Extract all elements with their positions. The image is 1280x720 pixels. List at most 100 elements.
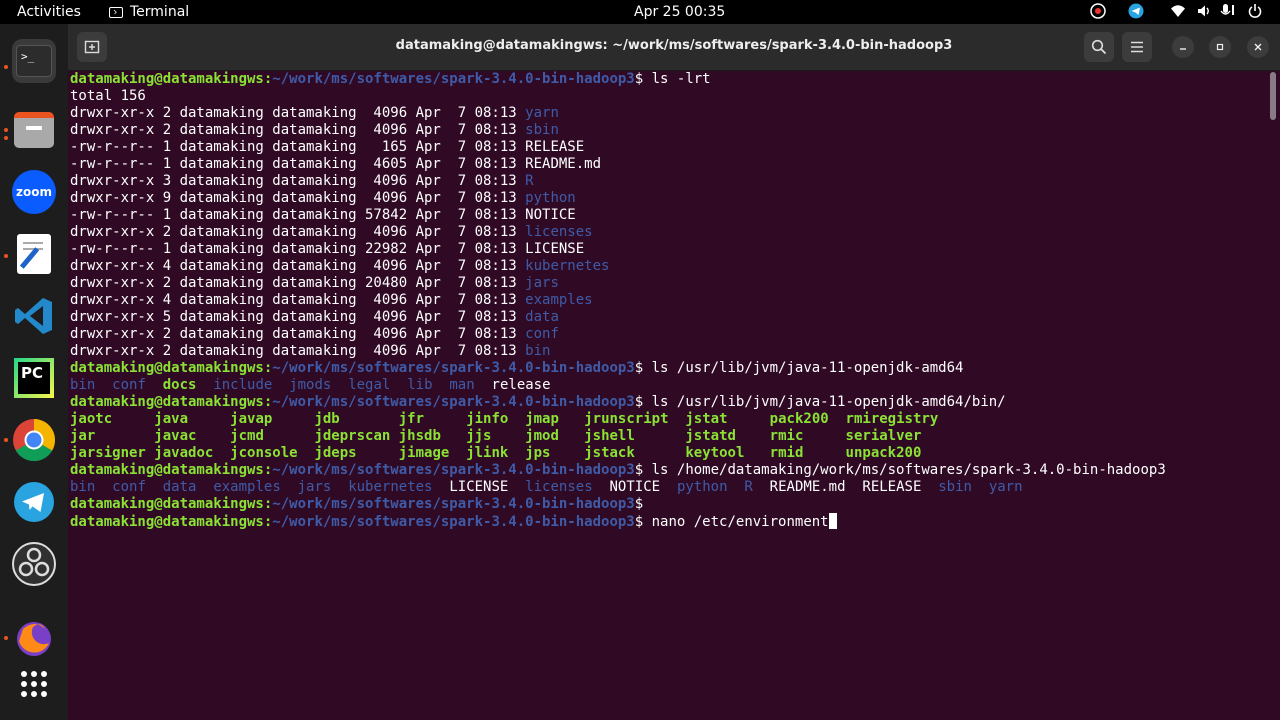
- dir-entry: data: [162, 479, 197, 495]
- executable-entry: jaotc: [70, 411, 155, 427]
- executable-entry: jrunscript: [584, 411, 686, 427]
- dir-entry: lib: [407, 377, 433, 393]
- app-menu[interactable]: Terminal: [109, 4, 189, 20]
- dock-terminal[interactable]: >_: [12, 39, 56, 83]
- dir-entry: release: [474, 377, 551, 393]
- listing-name: conf: [525, 326, 559, 342]
- scrollbar[interactable]: [1270, 72, 1276, 120]
- dock-zoom[interactable]: zoom: [12, 170, 56, 214]
- command-text: ls -lrt: [643, 71, 711, 87]
- dir-entry: NOTICE: [592, 479, 677, 495]
- dir-entry: legal: [348, 377, 391, 393]
- maximize-button[interactable]: [1209, 36, 1231, 58]
- close-button[interactable]: [1247, 36, 1269, 58]
- dock-firefox[interactable]: [12, 616, 56, 660]
- listing-row: drwxr-xr-x 2 datamaking datamaking 4096 …: [70, 122, 1166, 139]
- text-cursor: [828, 513, 837, 529]
- listing-name: NOTICE: [525, 207, 576, 223]
- files-icon: [14, 112, 54, 148]
- executable-entry: jps: [525, 445, 585, 461]
- dock-chrome[interactable]: [12, 418, 56, 462]
- prompt-user-host: datamaking@datamakingws:: [70, 514, 273, 530]
- listing-row: drwxr-xr-x 2 datamaking datamaking 4096 …: [70, 326, 1166, 343]
- dir-entry: R: [744, 479, 753, 495]
- prompt-char: $: [634, 496, 644, 512]
- telegram-tray-icon[interactable]: [1128, 3, 1144, 23]
- obs-icon: [12, 542, 56, 586]
- show-apps-button[interactable]: [12, 662, 56, 706]
- listing-name: data: [525, 309, 559, 325]
- prompt-line: datamaking@datamakingws:~/work/ms/softwa…: [70, 513, 1166, 530]
- prompt-cwd: ~/work/ms/softwares/spark-3.4.0-bin-hado…: [272, 462, 635, 478]
- listing-row: drwxr-xr-x 2 datamaking datamaking 4096 …: [70, 105, 1166, 122]
- power-icon[interactable]: [1247, 3, 1263, 23]
- prompt-cwd: ~/work/ms/softwares/spark-3.4.0-bin-hado…: [272, 514, 635, 530]
- prompt-line: datamaking@datamakingws:~/work/ms/softwa…: [70, 462, 1166, 479]
- executable-entry: serialver: [845, 428, 922, 444]
- listing-row: drwxr-xr-x 2 datamaking datamaking 4096 …: [70, 343, 1166, 360]
- microphone-icon[interactable]: [1219, 3, 1237, 23]
- output-text: total 156: [70, 88, 146, 104]
- prompt-cwd: ~/work/ms/softwares/spark-3.4.0-bin-hado…: [272, 71, 635, 87]
- minimize-button[interactable]: [1172, 36, 1194, 58]
- executable-entry: javac: [154, 428, 231, 444]
- dir-entry: [272, 377, 289, 393]
- executable-entry: rmiregistry: [845, 411, 939, 427]
- command-text: nano /etc/environment: [643, 514, 829, 530]
- listing-name: sbin: [525, 122, 559, 138]
- listing-name: licenses: [525, 224, 593, 240]
- activities-button[interactable]: Activities: [17, 4, 81, 20]
- listing-name: examples: [525, 292, 593, 308]
- dock-pycharm[interactable]: PC: [12, 356, 56, 400]
- dock-telegram[interactable]: [12, 480, 56, 524]
- menu-button[interactable]: [1122, 32, 1152, 62]
- executable-entry: jconsole: [230, 445, 315, 461]
- listing-meta: drwxr-xr-x 2 datamaking datamaking 4096 …: [70, 326, 526, 342]
- prompt-char: $: [634, 394, 644, 410]
- wifi-icon[interactable]: [1170, 3, 1186, 23]
- dir-entry: [95, 479, 112, 495]
- dir-entry: yarn: [988, 479, 1023, 495]
- dir-entry: [146, 479, 163, 495]
- listing-name: jars: [525, 275, 559, 291]
- running-indicator: [4, 136, 8, 140]
- dir-entry: licenses: [525, 479, 593, 495]
- terminal-output[interactable]: datamaking@datamakingws:~/work/ms/softwa…: [70, 71, 1166, 530]
- dock-text-editor[interactable]: [12, 232, 56, 276]
- dock-obs[interactable]: [12, 542, 56, 586]
- executable-entry: unpack200: [845, 445, 922, 461]
- output-line: jarsigner javadoc jconsole jdeps jimage …: [70, 445, 1166, 462]
- dir-entry: [146, 377, 163, 393]
- clock[interactable]: Apr 25 00:35: [634, 4, 725, 20]
- dir-entry: docs: [162, 377, 197, 393]
- dir-entry: jars: [297, 479, 332, 495]
- listing-name: kubernetes: [525, 258, 610, 274]
- prompt-char: $: [634, 514, 644, 530]
- dir-entry: [196, 377, 213, 393]
- prompt-char: $: [634, 71, 644, 87]
- command-text: ls /usr/lib/jvm/java-11-openjdk-amd64: [643, 360, 964, 376]
- listing-meta: drwxr-xr-x 2 datamaking datamaking 20480…: [70, 275, 526, 291]
- hamburger-icon: [1131, 41, 1143, 53]
- dir-entry: conf: [112, 377, 146, 393]
- prompt-cwd: ~/work/ms/softwares/spark-3.4.0-bin-hado…: [272, 360, 635, 376]
- listing-row: drwxr-xr-x 4 datamaking datamaking 4096 …: [70, 258, 1166, 275]
- zoom-icon: zoom: [12, 170, 56, 214]
- dir-entry: kubernetes: [348, 479, 433, 495]
- dock-files[interactable]: [12, 108, 56, 152]
- executable-entry: rmic: [769, 428, 846, 444]
- executable-entry: jmap: [525, 411, 585, 427]
- executable-entry: jlink: [466, 445, 526, 461]
- search-button[interactable]: [1084, 32, 1114, 62]
- prompt-cwd: ~/work/ms/softwares/spark-3.4.0-bin-hado…: [272, 496, 635, 512]
- dir-entry: [331, 377, 348, 393]
- listing-name: bin: [525, 343, 551, 359]
- dir-entry: bin: [70, 479, 96, 495]
- output-line: bin conf docs include jmods legal lib ma…: [70, 377, 1166, 394]
- camera-indicator-icon[interactable]: [1090, 3, 1106, 23]
- dir-entry: [281, 479, 298, 495]
- volume-icon[interactable]: [1196, 3, 1212, 23]
- executable-entry: pack200: [769, 411, 846, 427]
- dock-vscode[interactable]: [12, 294, 56, 338]
- header-bar: datamaking@datamakingws: ~/work/ms/softw…: [68, 24, 1280, 71]
